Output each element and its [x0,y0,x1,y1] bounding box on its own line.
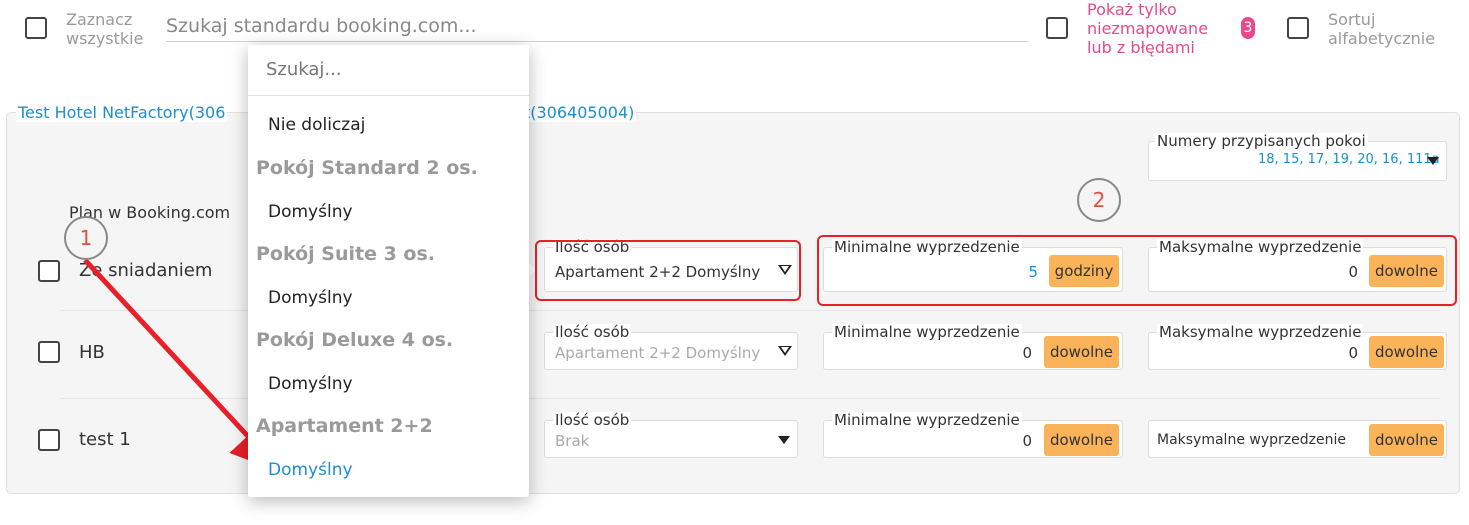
dropdown-group-header: Pokój Suite 3 os. [256,243,436,265]
persons-dropdown-menu: Szukaj... Nie doliczaj Pokój Standard 2 o… [248,45,529,497]
only-unmapped-checkbox[interactable] [1046,17,1068,39]
max-advance-unit-button[interactable]: dowolne [1369,424,1444,456]
min-advance-unit-button[interactable]: dowolne [1044,336,1119,368]
min-advance-label: Minimalne wyprzedzenie [832,323,1022,341]
booking-standard-search-input[interactable]: Szukaj standardu booking.com... [166,14,1028,42]
persons-select[interactable]: Ilość osób Brak [544,412,798,458]
sort-alphabetically-label: Sortuj alfabetycznie [1328,10,1435,48]
max-advance-label: Maksymalne wyprzedzenie [1157,432,1346,448]
max-advance-unit-button[interactable]: dowolne [1369,336,1444,368]
chevron-down-icon [778,346,792,356]
max-advance-value: 0 [1348,344,1358,362]
dropdown-divider [248,95,529,96]
only-unmapped-label-line1: Pokaż tylko [1087,0,1177,19]
unmapped-count-badge: 3 [1241,17,1255,39]
step-2-marker: 2 [1077,178,1121,222]
only-unmapped-label-line2: niezmapowane [1087,19,1209,38]
min-advance-label: Minimalne wyprzedzenie [832,411,1022,429]
min-advance-unit-button[interactable]: dowolne [1044,424,1119,456]
chevron-down-icon [778,436,790,444]
hotel-legend-left: Test Hotel NetFactory(306 [16,103,228,122]
dropdown-option[interactable]: Nie doliczaj [268,115,365,135]
min-advance-value: 0 [1022,344,1032,362]
row-checkbox[interactable] [38,341,60,363]
assigned-rooms-select[interactable]: Numery przypisanych pokoi 18, 15, 17, 19… [1148,133,1447,181]
persons-label: Ilość osób [553,323,632,341]
dropdown-group-header: Pokój Deluxe 4 os. [256,329,454,351]
chevron-down-icon [1427,157,1439,165]
persons-select[interactable]: Ilość osób Apartament 2+2 Domyślny [544,324,798,370]
dropdown-search-input[interactable]: Szukaj... [266,59,342,80]
select-all-checkbox[interactable] [25,17,47,39]
highlight-persons [535,240,801,301]
max-advance-field[interactable]: Maksymalne wyprzedzenie dowolne [1148,420,1447,458]
sort-alphabetically-checkbox[interactable] [1287,17,1309,39]
dropdown-option[interactable]: Domyślny [268,460,353,480]
sort-label-line2: alfabetycznie [1328,29,1436,48]
min-advance-field[interactable]: Minimalne wyprzedzenie 0 dowolne [823,324,1123,370]
persons-label: Ilość osób [553,411,632,429]
dropdown-group-header: Apartament 2+2 [256,415,433,437]
min-advance-value: 0 [1022,432,1032,450]
select-all-label-line2: wszystkie [66,29,144,48]
dropdown-option[interactable]: Domyślny [268,288,353,308]
assigned-rooms-label: Numery przypisanych pokoi [1155,132,1368,150]
row-checkbox[interactable] [38,429,60,451]
persons-value: Brak [555,432,590,450]
step-1-marker: 1 [64,216,108,260]
dropdown-group-header: Pokój Standard 2 os. [256,157,478,179]
max-advance-label: Maksymalne wyprzedzenie [1157,323,1364,341]
sort-label-line1: Sortuj [1328,10,1376,29]
only-unmapped-label-line3: lub z błędami [1087,38,1195,57]
row-checkbox[interactable] [38,260,60,282]
min-advance-field[interactable]: Minimalne wyprzedzenie 0 dowolne [823,412,1123,458]
persons-value: Apartament 2+2 Domyślny [555,344,761,362]
select-all-label: Zaznacz wszystkie [66,10,143,48]
dropdown-option[interactable]: Domyślny [268,202,353,222]
select-all-label-line1: Zaznacz [66,10,133,29]
plan-name: Ze sniadaniem [79,260,213,281]
max-advance-field[interactable]: Maksymalne wyprzedzenie 0 dowolne [1148,324,1447,370]
assigned-rooms-value: 18, 15, 17, 19, 20, 16, 111a [1258,152,1440,167]
only-unmapped-label: Pokaż tylko niezmapowane lub z błędami [1087,0,1208,57]
plan-name: test 1 [79,429,131,450]
hotel-legend-right: t(306405004) [520,103,637,122]
highlight-advance [817,235,1457,306]
dropdown-option[interactable]: Domyślny [268,374,353,394]
plan-name: HB [79,342,105,363]
